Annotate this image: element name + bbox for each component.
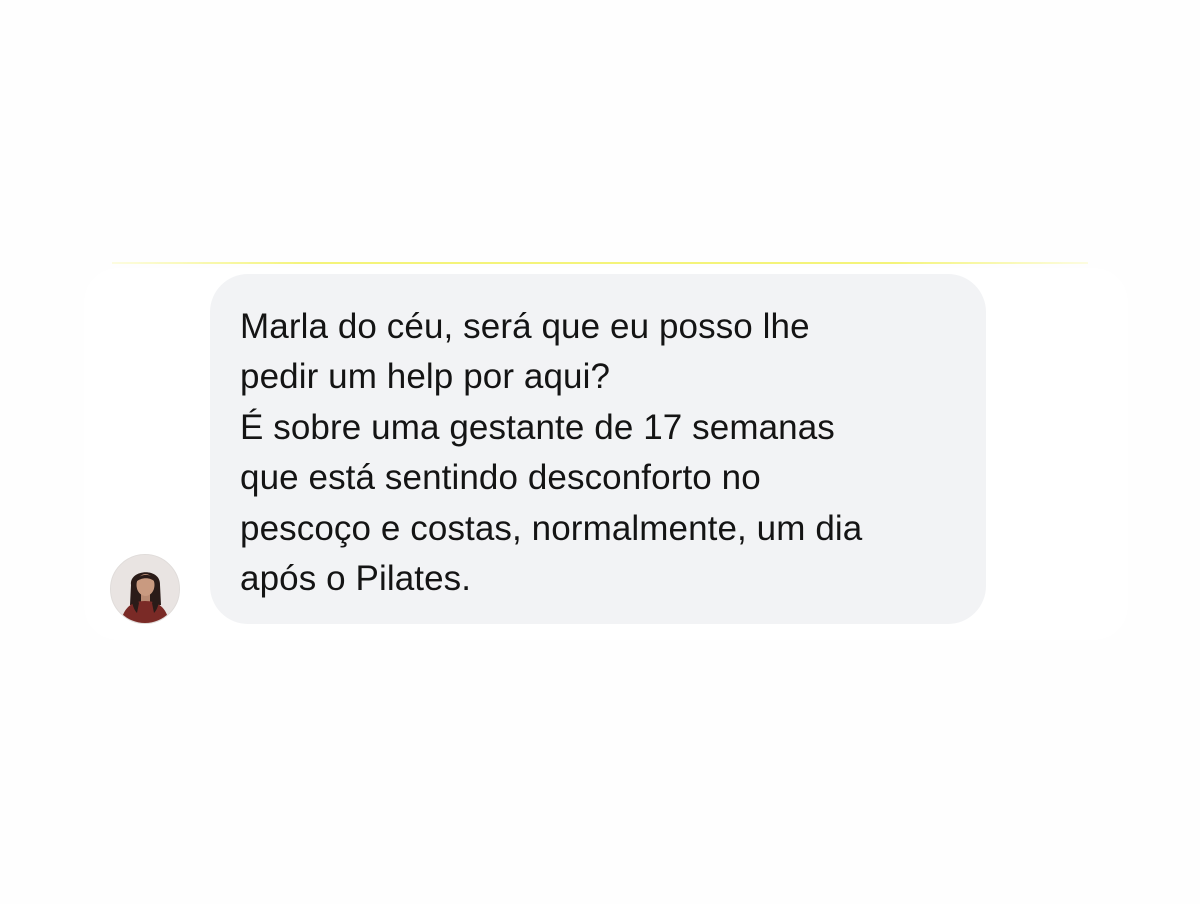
chat-screenshot: Marla do céu, será que eu posso lhe pedi…: [0, 0, 1200, 904]
message-row: Marla do céu, será que eu posso lhe pedi…: [110, 274, 990, 626]
highlight-border-top: [112, 262, 1088, 264]
message-text-line: que está sentindo desconforto no: [240, 458, 761, 498]
message-bubble[interactable]: Marla do céu, será que eu posso lhe pedi…: [210, 274, 986, 624]
message-text-line: É sobre uma gestante de 17 semanas: [240, 407, 835, 447]
sender-avatar[interactable]: [110, 554, 180, 624]
message-text-line: pescoço e costas, normalmente, um dia: [240, 508, 863, 548]
message-text-line: após o Pilates.: [240, 559, 472, 599]
message-text-line: Marla do céu, será que eu posso lhe: [240, 307, 810, 346]
user-avatar-icon: [111, 555, 179, 623]
message-text-line: pedir um help por aqui?: [240, 357, 611, 397]
